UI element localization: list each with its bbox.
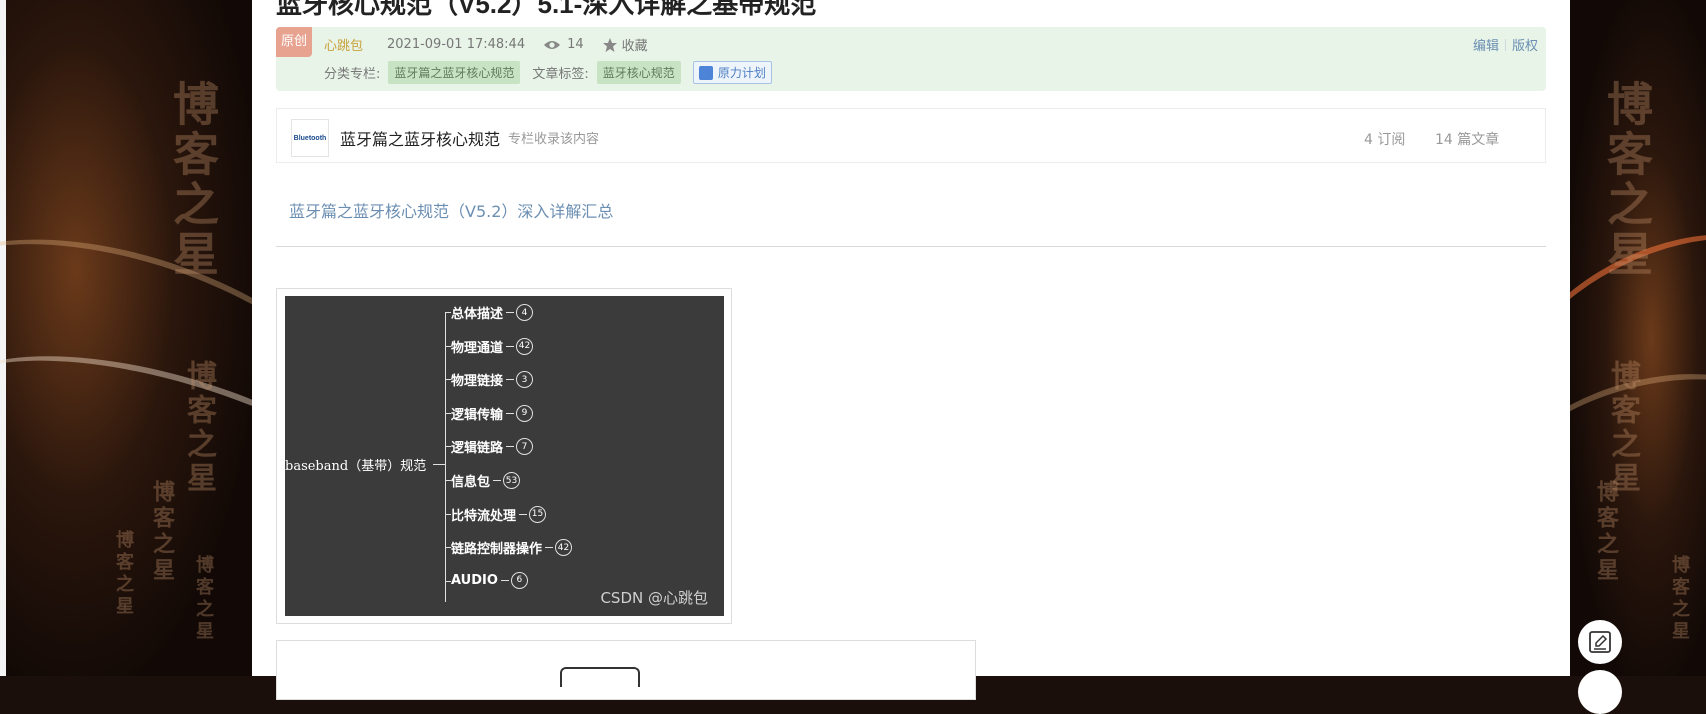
book-icon xyxy=(560,667,640,687)
decor-text: 博客之星 xyxy=(1605,360,1640,496)
category-tag[interactable]: 蓝牙篇之蓝牙核心规范 xyxy=(388,61,521,84)
decor-text: 博客之星 xyxy=(149,480,175,584)
connector xyxy=(506,345,515,347)
article-tags-label: 文章标签: xyxy=(532,67,589,82)
meta-info-row: 心跳包 2021-09-01 17:48:44 14 收藏 xyxy=(324,35,648,54)
mindmap-node-count: 42 xyxy=(555,539,573,557)
mindmap-node: 信息包 53 xyxy=(451,471,521,490)
decor-text: 博客之星 xyxy=(1669,555,1690,643)
connector xyxy=(493,480,502,481)
mindmap-node-count: 3 xyxy=(516,371,534,389)
mindmap-node-count: 4 xyxy=(516,304,534,321)
column-description: 专栏收录该内容 xyxy=(508,132,600,147)
category-label: 分类专栏: xyxy=(324,67,381,82)
mindmap-node: AUDIO 6 xyxy=(451,571,528,589)
mindmap-node-count: 53 xyxy=(503,472,521,489)
mindmap-node: 逻辑链路 7 xyxy=(451,437,534,457)
favorite-button[interactable]: 收藏 xyxy=(622,35,648,54)
divider xyxy=(1504,38,1506,51)
mindmap-node: 总体描述 4 xyxy=(451,303,534,322)
decor-text: 博客之星 xyxy=(1593,480,1619,584)
original-badge: 原创 xyxy=(276,27,312,57)
mindmap-root: baseband（基带）规范 xyxy=(285,459,427,474)
decor-text: 博客之星 xyxy=(1600,80,1654,280)
mindmap-node-label: 总体描述 xyxy=(451,307,504,322)
mindmap-node-count: 7 xyxy=(516,438,534,456)
article-main: 蓝牙核心规范（V5.2）5.1-深入详解之基带规范 原创 心跳包 2021-09… xyxy=(252,0,1570,700)
decor-text: 博客之星 xyxy=(113,530,134,618)
article-title: 蓝牙核心规范（V5.2）5.1-深入详解之基带规范 xyxy=(276,0,817,19)
divider xyxy=(276,246,1546,247)
decor-text: 博客之星 xyxy=(166,80,220,280)
column-card[interactable]: Bluetooth 蓝牙篇之蓝牙核心规范 专栏收录该内容 4 订阅 14 篇文章 xyxy=(276,108,1546,163)
connector xyxy=(506,412,515,414)
decor-text: 博客之星 xyxy=(193,555,214,643)
edit-icon xyxy=(1589,631,1611,653)
watermark: CSDN @心跳包 xyxy=(600,589,708,607)
mindmap-node-count: 9 xyxy=(516,404,534,422)
star-icon[interactable] xyxy=(602,37,618,53)
connector xyxy=(506,446,515,448)
article-meta: 原创 心跳包 2021-09-01 17:48:44 14 收藏 编辑 版权 分… xyxy=(276,27,1546,91)
decor-text: 博客之星 xyxy=(181,360,216,496)
mindmap-node-label: 物理链接 xyxy=(451,374,504,390)
mindmap-node-count: 6 xyxy=(510,571,528,589)
view-count: 14 xyxy=(567,37,584,52)
mindmap-node: 物理通道 42 xyxy=(451,337,534,356)
connector xyxy=(506,379,515,381)
tags-row: 分类专栏: 蓝牙篇之蓝牙核心规范 文章标签: 蓝牙核心规范 原力计划 xyxy=(324,61,772,84)
connector xyxy=(519,513,528,515)
summary-link[interactable]: 蓝牙篇之蓝牙核心规范（V5.2）深入详解汇总 xyxy=(289,198,613,222)
edit-links: 编辑 版权 xyxy=(1473,35,1538,54)
program-tag-label: 原力计划 xyxy=(717,66,766,80)
mindmap-node-label: 逻辑链路 xyxy=(451,441,504,457)
connector xyxy=(445,312,446,602)
mindmap-node-label: 物理通道 xyxy=(451,340,504,356)
upload-icon xyxy=(698,65,713,80)
mindmap-node: 物理链接 3 xyxy=(451,370,534,390)
mindmap-node-label: 逻辑传输 xyxy=(451,407,504,423)
mindmap-node-count: 15 xyxy=(529,505,547,523)
mindmap-node: 逻辑传输 9 xyxy=(451,404,534,423)
edit-link[interactable]: 编辑 xyxy=(1473,35,1499,54)
mindmap-node: 比特流处理 15 xyxy=(451,505,547,524)
secondary-floating-button[interactable] xyxy=(1578,670,1622,714)
author-link[interactable]: 心跳包 xyxy=(324,35,363,54)
connector xyxy=(500,579,509,581)
publish-datetime: 2021-09-01 17:48:44 xyxy=(387,37,526,52)
article-tag[interactable]: 蓝牙核心规范 xyxy=(596,61,681,84)
column-subscribers: 4 订阅 xyxy=(1364,132,1406,148)
mindmap-node-label: 比特流处理 xyxy=(451,508,517,524)
mindmap-node-label: AUDIO xyxy=(451,572,498,588)
right-background-decoration: 博客之星 博客之星 博客之星 博客之星 xyxy=(1570,0,1706,676)
mindmap-node-count: 42 xyxy=(516,337,534,355)
copyright-link[interactable]: 版权 xyxy=(1512,35,1538,54)
mindmap-node-label: 信息包 xyxy=(451,475,491,490)
left-background-decoration: 博客之星 博客之星 博客之星 博客之星 博客之星 xyxy=(0,0,252,676)
eye-icon xyxy=(543,38,561,52)
mindmap-node: 链路控制器操作 42 xyxy=(451,538,573,558)
connector xyxy=(506,312,515,313)
mindmap-figure[interactable]: baseband（基带）规范 总体描述 4 物理通道 42 物理链接 3 逻辑传输 9 逻辑链路… xyxy=(276,288,732,624)
column-logo: Bluetooth xyxy=(291,119,329,157)
column-name[interactable]: 蓝牙篇之蓝牙核心规范 xyxy=(340,126,500,150)
connector xyxy=(433,464,445,465)
connector xyxy=(545,547,554,549)
mindmap-node-label: 链路控制器操作 xyxy=(451,542,543,558)
column-article-count: 14 篇文章 xyxy=(1435,132,1500,148)
program-tag[interactable]: 原力计划 xyxy=(692,61,772,84)
write-button[interactable] xyxy=(1578,620,1622,664)
mindmap-image: baseband（基带）规范 总体描述 4 物理通道 42 物理链接 3 逻辑传输 9 逻辑链路… xyxy=(285,296,724,616)
